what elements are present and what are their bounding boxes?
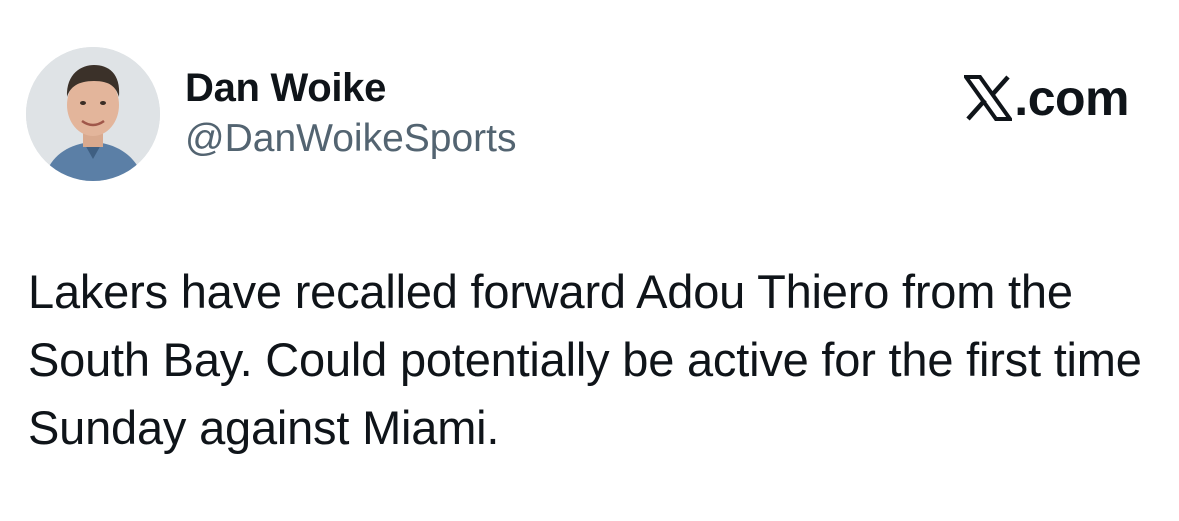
user-handle[interactable]: @DanWoikeSports [185,116,517,162]
avatar[interactable] [26,47,160,181]
source-watermark: .com [962,70,1129,126]
author-info: Dan Woike @DanWoikeSports [185,64,517,162]
source-domain-text: .com [1014,70,1129,126]
tweet-text: Lakers have recalled forward Adou Thiero… [28,265,1142,454]
display-name[interactable]: Dan Woike [185,64,517,112]
tweet-card: Dan Woike @DanWoikeSports .com Lakers ha… [0,0,1179,521]
profile-photo-icon [26,47,160,181]
x-logo-icon [962,75,1015,121]
